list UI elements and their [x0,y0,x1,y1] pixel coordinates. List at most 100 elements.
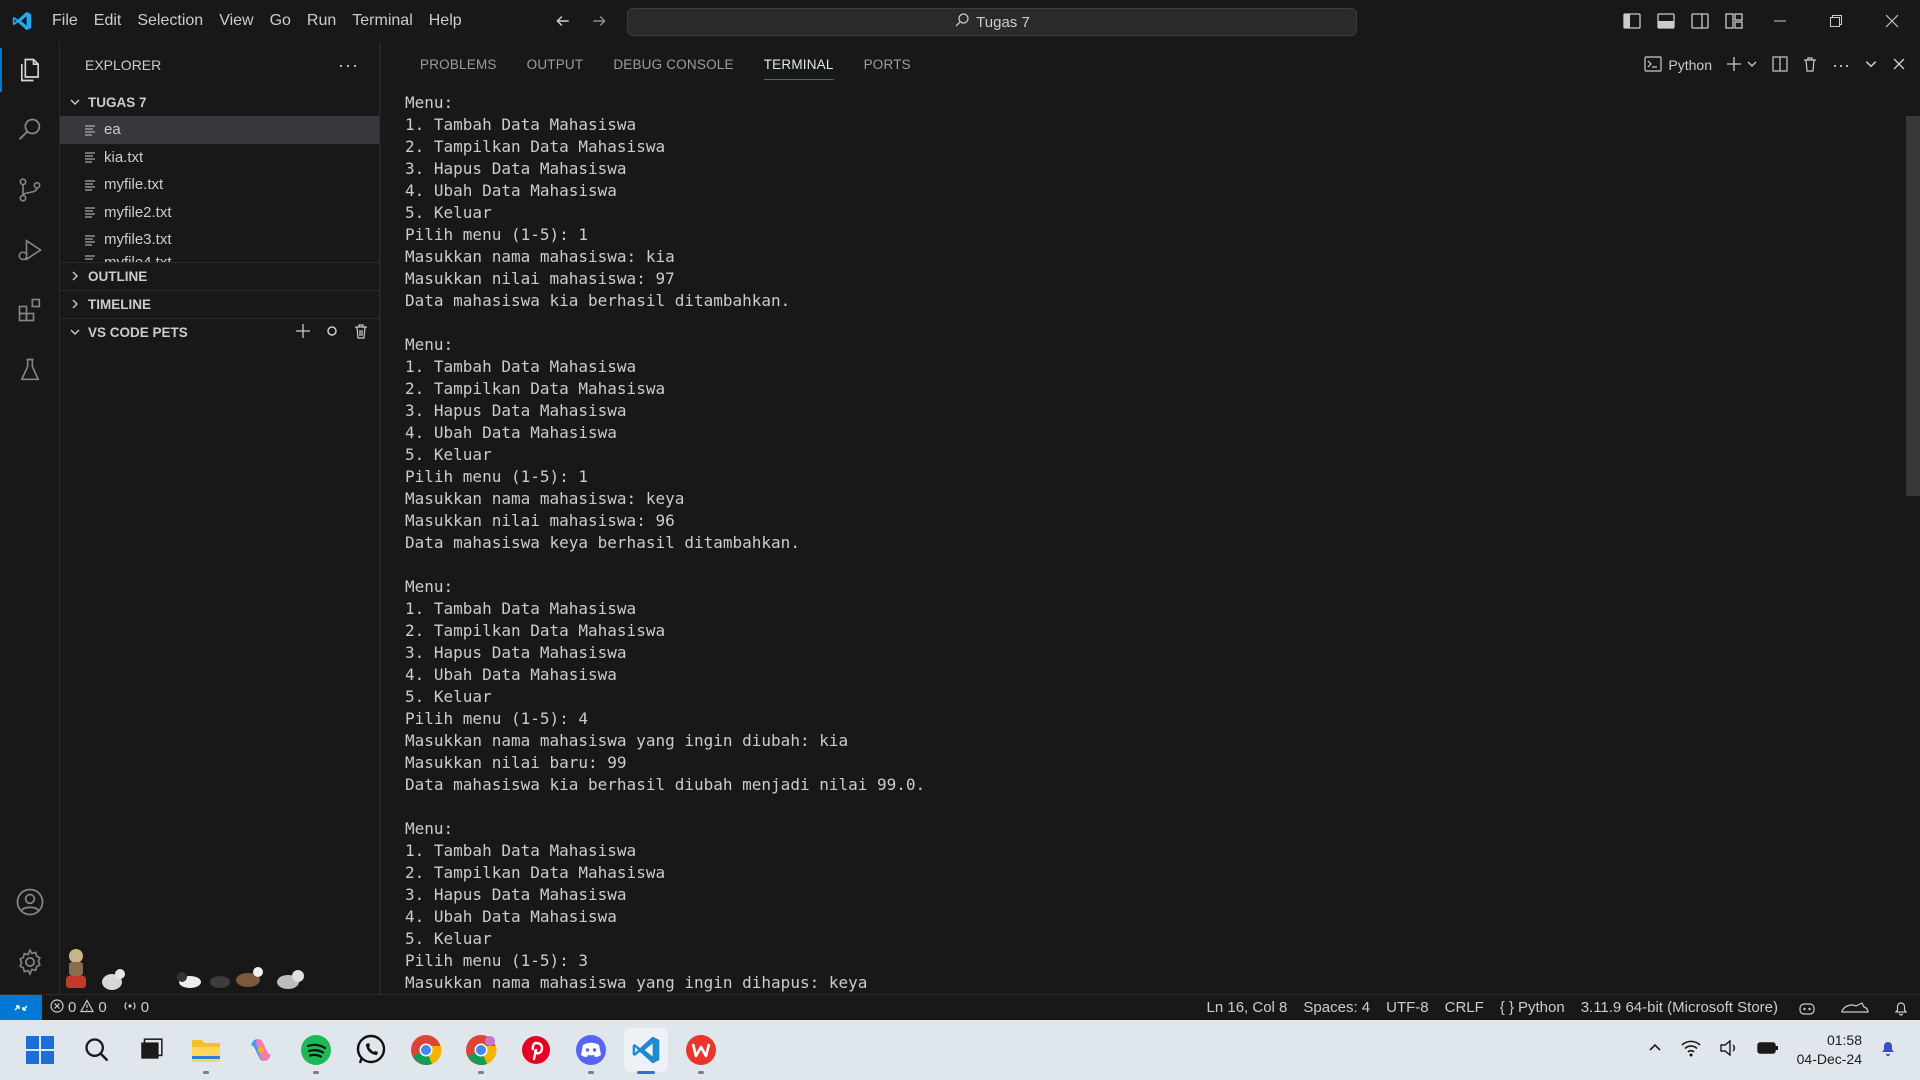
file-name: kia.txt [104,148,144,166]
encoding-status[interactable]: UTF-8 [1378,999,1437,1016]
pets-section[interactable]: VS CODE PETS [60,317,379,346]
ports-status[interactable]: 0 [115,999,157,1017]
cursor-position[interactable]: Ln 16, Col 8 [1199,999,1296,1016]
terminal-line: Data mahasiswa keya berhasil ditambahkan… [405,533,800,552]
tab-output[interactable]: OUTPUT [512,42,599,88]
spotify-icon[interactable] [294,1028,338,1074]
delete-pet-icon[interactable] [353,323,369,342]
forward-arrow-icon[interactable] [588,8,610,34]
throw-ball-icon[interactable] [325,324,339,341]
outline-section[interactable]: OUTLINE [60,261,379,290]
accounts-icon[interactable] [0,874,60,930]
back-arrow-icon[interactable] [552,8,574,34]
menu-terminal[interactable]: Terminal [344,0,420,42]
kill-terminal-icon[interactable] [1802,56,1818,75]
terminal-profile[interactable]: Python [1644,55,1712,75]
eol-status[interactable]: CRLF [1437,999,1492,1016]
restore-icon[interactable] [1808,0,1864,42]
terminal-line: 5. Keluar [405,687,492,706]
remote-indicator-icon[interactable] [0,994,42,1021]
menu-selection[interactable]: Selection [129,0,211,42]
menu-file[interactable]: File [44,0,86,42]
terminal-scrollbar[interactable] [1906,116,1920,496]
pinterest-icon[interactable] [514,1028,558,1072]
new-terminal-icon[interactable] [1726,56,1742,75]
menu-edit[interactable]: Edit [86,0,130,42]
split-terminal-icon[interactable] [1772,55,1788,75]
chrome-icon[interactable] [404,1028,448,1072]
menu-run[interactable]: Run [299,0,344,42]
wifi-icon[interactable] [1681,1039,1701,1062]
settings-gear-icon[interactable] [0,934,60,990]
more-actions-icon[interactable]: ··· [338,55,359,76]
toggle-secondary-sidebar-icon[interactable] [1688,9,1712,33]
tab-problems[interactable]: PROBLEMS [405,42,512,88]
close-panel-icon[interactable] [1892,57,1906,74]
battery-icon[interactable] [1756,1041,1779,1060]
running-indicator [698,1071,704,1074]
outline-label: OUTLINE [88,268,148,284]
chevron-down-icon[interactable] [1746,57,1758,73]
task-view-icon[interactable] [129,1028,173,1072]
volume-icon[interactable] [1719,1039,1739,1062]
python-interpreter[interactable]: 3.11.9 64-bit (Microsoft Store) [1573,999,1786,1016]
terminal-output[interactable]: Menu: 1. Tambah Data Mahasiswa 2. Tampilka… [405,92,1885,994]
vscode-icon[interactable] [624,1028,668,1074]
file-explorer-icon[interactable] [184,1028,228,1074]
file-item-kia[interactable]: kia.txt [60,144,379,172]
file-item-myfile2[interactable]: myfile2.txt [60,199,379,227]
problems-status[interactable]: 0 0 [42,998,115,1017]
language-mode[interactable]: { } Python [1492,999,1573,1016]
file-item-ea[interactable]: ea [60,116,379,144]
minimize-icon[interactable] [1752,0,1808,42]
run-debug-icon[interactable] [0,222,60,278]
timeline-section[interactable]: TIMELINE [60,289,379,318]
whatsapp-icon[interactable] [349,1028,393,1072]
file-item-myfile[interactable]: myfile.txt [60,171,379,199]
terminal-line: 4. Ubah Data Mahasiswa [405,423,617,442]
copilot-icon[interactable] [239,1028,283,1072]
file-name: myfile2.txt [104,203,172,221]
add-pet-icon[interactable] [295,323,311,342]
pets-actions [295,323,379,342]
menu-go[interactable]: Go [262,0,299,42]
clock[interactable]: 01:58 04-Dec-24 [1797,1031,1862,1069]
file-name: myfile.txt [104,176,164,194]
panel-actions: Python ··· [1644,42,1906,88]
indentation-status[interactable]: Spaces: 4 [1295,999,1378,1016]
start-icon[interactable] [18,1028,62,1072]
file-item-myfile3[interactable]: myfile3.txt [60,226,379,254]
wps-office-icon[interactable] [679,1028,723,1074]
more-actions-icon[interactable]: ··· [1832,55,1850,76]
search-icon[interactable] [75,1028,119,1072]
terminal-panel: PROBLEMS OUTPUT DEBUG CONSOLE TERMINAL P… [381,42,1920,994]
toggle-panel-icon[interactable] [1654,9,1678,33]
terminal-line: 3. Hapus Data Mahasiswa [405,643,627,662]
chevron-right-icon [66,298,84,310]
menu-help[interactable]: Help [421,0,470,42]
pet-status-icon[interactable] [1828,1001,1882,1015]
notification-bell-icon[interactable] [1880,1039,1896,1062]
customize-layout-icon[interactable] [1722,9,1746,33]
source-control-icon[interactable] [0,162,60,218]
testing-icon[interactable] [0,342,60,398]
folder-header[interactable]: TUGAS 7 [60,88,379,116]
close-icon[interactable] [1864,0,1920,42]
explorer-icon[interactable] [0,42,60,98]
tab-ports[interactable]: PORTS [849,42,926,88]
extensions-icon[interactable] [0,282,60,338]
search-icon[interactable] [0,102,60,158]
tab-debug-console[interactable]: DEBUG CONSOLE [598,42,748,88]
command-center-search[interactable]: Tugas 7 [627,8,1357,36]
tab-terminal[interactable]: TERMINAL [749,42,849,88]
chevron-up-icon[interactable] [1647,1040,1663,1061]
copilot-status-icon[interactable] [1786,1000,1828,1016]
clock-time: 01:58 [1826,1032,1862,1048]
toggle-primary-sidebar-icon[interactable] [1620,9,1644,33]
menu-view[interactable]: View [211,0,261,42]
maximize-panel-icon[interactable] [1864,57,1878,74]
chrome-profile-icon[interactable] [459,1028,503,1074]
notifications-bell-icon[interactable] [1882,1000,1920,1016]
discord-icon[interactable] [569,1028,613,1074]
file-item-myfile4[interactable]: myfile4.txt [60,254,379,262]
